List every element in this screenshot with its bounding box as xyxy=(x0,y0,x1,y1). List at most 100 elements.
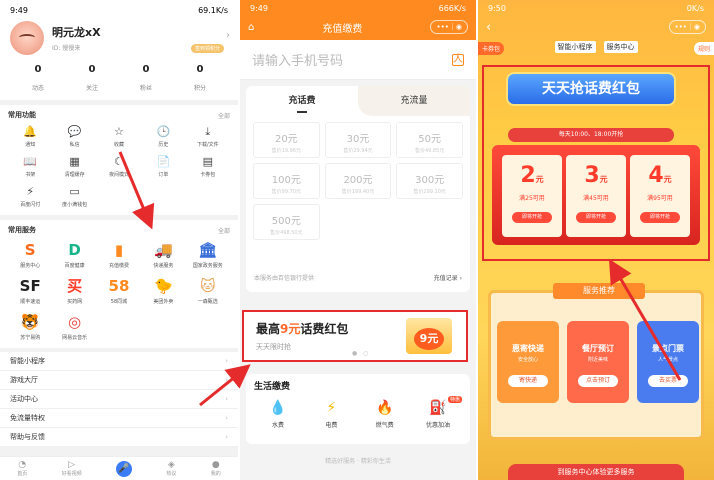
provider-note: 本服务由百信银行提供 xyxy=(254,275,315,282)
tab-bar-item[interactable]: ● 我的 xyxy=(211,460,221,477)
coupon-pack-button[interactable]: 卡券包 xyxy=(478,42,505,55)
menu-row-label: 智能小程序 xyxy=(10,357,45,365)
mini-program-tag[interactable]: 智能小程序 xyxy=(554,41,596,53)
common-services: 常用服务 全部 S 服务中心 D 百度健康 ▮ 充值缴费 🚚 快递服务 🏛 国家政务服务 SF 顺丰速运… xyxy=(0,220,238,348)
amount-option[interactable]: 30元 售价29.94元 xyxy=(324,122,392,158)
view-all-link[interactable]: 全部 xyxy=(218,226,230,235)
service-item[interactable]: D 百度健康 xyxy=(52,236,96,272)
recharge-header: 9:49 666K/s ⌂ 充值缴费 •••｜◉ xyxy=(240,0,476,40)
service-item[interactable]: ◎ 网易云音乐 xyxy=(52,308,96,344)
service-card[interactable]: 惠寄快递 安全放心 寄快递 xyxy=(497,321,559,403)
function-item[interactable]: 📄 订单 xyxy=(141,151,185,181)
tab-bar-item[interactable]: ◈ 热议 xyxy=(166,460,176,477)
more-close-capsule[interactable]: •••｜◉ xyxy=(430,20,468,34)
footer-slogan: 精选好服务 · 精彩你生活 xyxy=(325,458,391,465)
service-item[interactable]: SF 顺丰速运 xyxy=(8,272,52,308)
page-title: 充值缴费 xyxy=(322,23,363,35)
avatar[interactable] xyxy=(10,21,44,55)
service-item[interactable]: ▮ 充值缴费 xyxy=(97,236,141,272)
amount-price: 售价49.85元 xyxy=(414,148,445,154)
amount-option[interactable]: 200元 售价199.40元 xyxy=(324,163,392,199)
service-card-button[interactable]: 寄快递 xyxy=(508,375,548,387)
function-item[interactable]: ☆ 收藏 xyxy=(97,121,141,151)
tab-bar-item[interactable]: 🎤 xyxy=(115,460,132,477)
life-service-icon: ⛽ xyxy=(429,400,447,416)
function-icon: ▤ xyxy=(202,155,213,168)
service-icon: ◎ xyxy=(68,313,82,331)
amount-option[interactable]: 300元 售价299.10元 xyxy=(396,163,463,199)
function-item[interactable]: 📖 书架 xyxy=(8,151,52,181)
stat-item[interactable]: 0 关注 xyxy=(72,64,112,94)
amount-option[interactable]: 50元 售价49.85元 xyxy=(396,122,463,158)
service-item[interactable]: 买买药网 xyxy=(52,272,96,308)
more-close-capsule[interactable]: •••｜◉ xyxy=(668,20,706,34)
stat-item[interactable]: 0 动态 xyxy=(18,64,58,94)
service-card-button[interactable]: 点击预订 xyxy=(578,375,618,387)
service-center-tag[interactable]: 服务中心 xyxy=(603,41,638,53)
red-packet-banner[interactable]: 最高9元话费红包 天天限时抢 9元 ● ○ xyxy=(242,310,468,362)
checkin-badge[interactable]: 签到领积分 xyxy=(190,44,224,53)
function-item[interactable]: ▦ 清理缓存 xyxy=(52,151,96,181)
function-item[interactable]: ⚡ 百度闪付 xyxy=(8,181,52,211)
home-icon[interactable]: ⌂ xyxy=(248,22,254,33)
function-item[interactable]: ⤓ 下载/文件 xyxy=(186,121,230,151)
status-time: 9:49 xyxy=(250,3,268,13)
service-item[interactable]: 🏛 国家政务服务 xyxy=(186,236,230,272)
tab-data-plan[interactable]: 充流量 xyxy=(358,86,470,116)
menu-row[interactable]: 智能小程序 › xyxy=(0,352,238,371)
service-label: 服务中心 xyxy=(20,263,41,269)
amount-value: 200元 xyxy=(343,175,373,186)
amount-option[interactable]: 20元 售价19.96元 xyxy=(253,122,320,158)
function-icon: 💬 xyxy=(67,125,82,138)
function-item[interactable]: 🔔 通知 xyxy=(8,121,52,151)
contacts-icon[interactable]: 人 xyxy=(452,53,464,66)
back-icon[interactable]: ‹ xyxy=(486,20,491,35)
menu-row-label: 活动中心 xyxy=(10,395,38,403)
view-all-link[interactable]: 全部 xyxy=(218,111,230,120)
menu-row-label: 免流量特权 xyxy=(10,414,45,422)
amount-option[interactable]: 500元 售价498.50元 xyxy=(253,204,320,240)
service-card-button[interactable]: 去买票 xyxy=(648,375,688,387)
recharge-record-link[interactable]: 充值记录 xyxy=(434,275,458,282)
stat-item[interactable]: 0 积分 xyxy=(180,64,220,94)
tab-bar-item[interactable]: ◔ 首页 xyxy=(17,460,27,477)
menu-row[interactable]: 免流量特权 › xyxy=(0,409,238,428)
status-bar: 9:49 666K/s xyxy=(240,0,476,16)
amount-value: 500元 xyxy=(271,216,301,227)
menu-row[interactable]: 游戏大厅 › xyxy=(0,371,238,390)
life-service-item[interactable]: ⛽ 优惠加油 特惠 xyxy=(414,396,462,429)
tab-call-credit[interactable]: 充话费 xyxy=(246,86,358,116)
function-label: 夜间模式 xyxy=(108,172,129,178)
stat-item[interactable]: 0 粉丝 xyxy=(126,64,166,94)
amount-option[interactable]: 100元 售价99.70元 xyxy=(253,163,320,199)
life-service-item[interactable]: 💧 水费 xyxy=(254,400,302,429)
phone-placeholder: 请输入手机号码 xyxy=(252,54,344,69)
stat-label: 粉丝 xyxy=(139,85,152,92)
menu-row[interactable]: 帮助与反馈 › xyxy=(0,428,238,447)
chevron-right-icon[interactable]: › xyxy=(226,30,230,41)
function-item[interactable]: ▭ 度小满钱包 xyxy=(52,181,96,211)
service-item[interactable]: S 服务中心 xyxy=(8,236,52,272)
service-item[interactable]: 🐯 苏宁易购 xyxy=(8,308,52,344)
tab-bar-item[interactable]: ▷ 好看视频 xyxy=(62,460,82,477)
rules-button[interactable]: 规则 xyxy=(693,42,714,55)
menu-row-label: 帮助与反馈 xyxy=(10,433,45,441)
service-item[interactable]: 🚚 快递服务 xyxy=(141,236,185,272)
service-icon: 58 xyxy=(108,277,130,295)
phone-input[interactable]: 请输入手机号码 人 xyxy=(240,40,476,80)
service-icon: 买 xyxy=(67,277,83,295)
function-item[interactable]: 💬 私信 xyxy=(52,121,96,151)
life-service-item[interactable]: ⚡ 电费 xyxy=(307,400,355,429)
function-item[interactable]: ▤ 卡券包 xyxy=(186,151,230,181)
amount-price: 售价19.96元 xyxy=(271,148,301,154)
service-card[interactable]: 餐厅预订 附近美味 点击预订 xyxy=(567,321,629,403)
service-item[interactable]: 🐤 美团外卖 xyxy=(141,272,185,308)
service-card[interactable]: 景点门票 人气景点 去买票 xyxy=(637,321,699,403)
life-service-item[interactable]: 🔥 燃气费 xyxy=(361,400,409,429)
menu-row[interactable]: 活动中心 › xyxy=(0,390,238,409)
function-item[interactable]: 🕒 历史 xyxy=(141,121,185,151)
service-center-banner[interactable]: 到服务中心体验更多服务 xyxy=(508,464,684,480)
service-item[interactable]: 🐱 一森甄选 xyxy=(186,272,230,308)
function-item[interactable]: ☾ 夜间模式 xyxy=(97,151,141,181)
service-item[interactable]: 58 58同城 xyxy=(97,272,141,308)
